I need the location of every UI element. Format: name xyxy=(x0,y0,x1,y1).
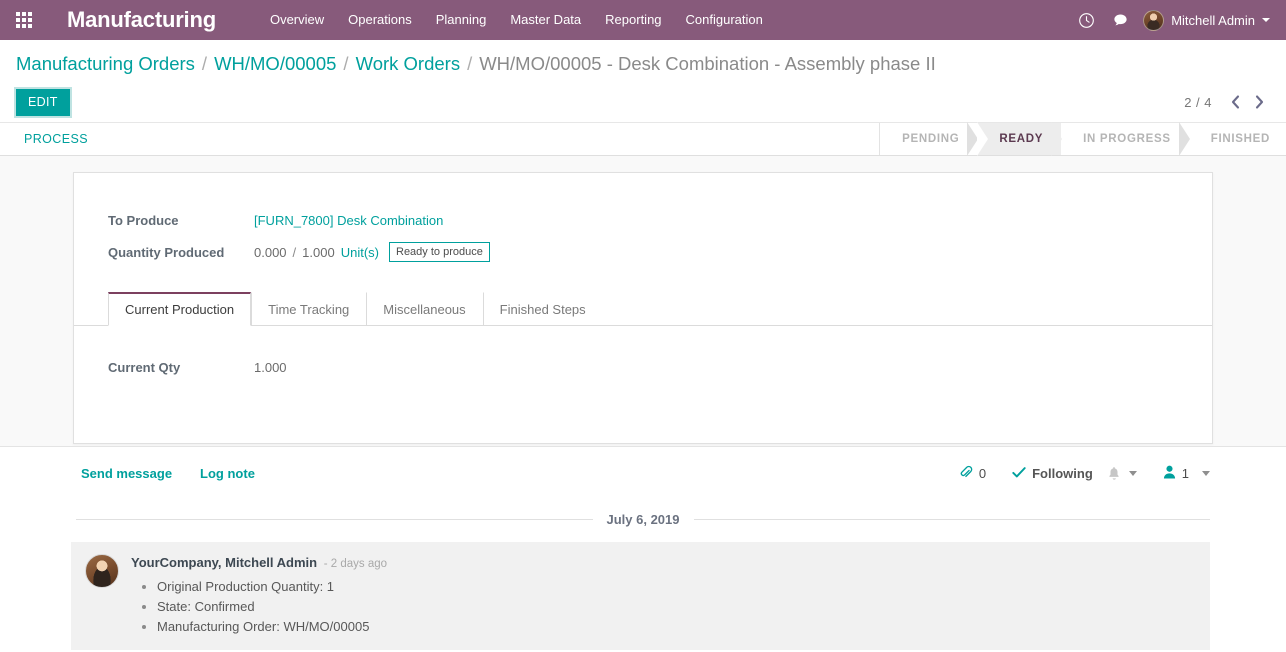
breadcrumb-separator: / xyxy=(467,53,473,74)
breadcrumb-item-work-orders[interactable]: Work Orders xyxy=(356,53,461,75)
top-navbar: Manufacturing Overview Operations Planni… xyxy=(0,0,1286,40)
menu-master-data[interactable]: Master Data xyxy=(498,0,593,40)
tab-panel-current-production: Current Qty 1.000 xyxy=(74,326,1212,430)
message-line: State: Confirmed xyxy=(157,597,1196,617)
check-icon xyxy=(1012,466,1026,482)
attachment-count-label: 0 xyxy=(978,466,987,481)
message-header: YourCompany, Mitchell Admin - 2 days ago xyxy=(131,555,1196,570)
chatter-counters: 0 Following 1 xyxy=(959,465,1210,482)
field-value-to-produce[interactable]: [FURN_7800] Desk Combination xyxy=(254,213,443,228)
control-panel: Manufacturing Orders / WH/MO/00005 / Wor… xyxy=(0,40,1286,122)
breadcrumb: Manufacturing Orders / WH/MO/00005 / Wor… xyxy=(16,53,936,75)
status-pipeline: PENDING READY IN PROGRESS FINISHED xyxy=(879,123,1286,155)
statusbar: PROCESS PENDING READY IN PROGRESS FINISH… xyxy=(0,122,1286,156)
chatter-topbar: Send message Log note 0 Following 1 xyxy=(0,447,1286,496)
pager-previous-button[interactable] xyxy=(1224,90,1246,114)
message-content-list: Original Production Quantity: 1 State: C… xyxy=(131,577,1196,636)
divider-line-left xyxy=(76,519,593,520)
pager-next-button[interactable] xyxy=(1248,90,1270,114)
message-date-label: July 6, 2019 xyxy=(606,512,680,527)
apps-grid-icon xyxy=(16,12,32,28)
menu-planning[interactable]: Planning xyxy=(424,0,499,40)
pager-counter: 2 / 4 xyxy=(1184,94,1212,110)
chevron-down-icon[interactable] xyxy=(1128,471,1137,476)
breadcrumb-item-current: WH/MO/00005 - Desk Combination - Assembl… xyxy=(479,53,936,74)
status-step-finished[interactable]: FINISHED xyxy=(1189,123,1286,155)
edit-button[interactable]: EDIT xyxy=(16,88,70,116)
send-message-button[interactable]: Send message xyxy=(81,466,172,481)
form-area: To Produce [FURN_7800] Desk Combination … xyxy=(0,156,1286,446)
message-line: Original Production Quantity: 1 xyxy=(157,577,1196,597)
field-label-current-qty: Current Qty xyxy=(108,360,181,375)
paperclip-icon xyxy=(959,465,973,482)
message-line: Manufacturing Order: WH/MO/00005 xyxy=(157,617,1196,637)
breadcrumb-item-manufacturing-orders[interactable]: Manufacturing Orders xyxy=(16,53,195,75)
messaging-chat-bubble-icon[interactable] xyxy=(1103,0,1137,40)
divider-line-right xyxy=(693,519,1210,520)
breadcrumb-item-mo-number[interactable]: WH/MO/00005 xyxy=(214,53,336,75)
menu-operations[interactable]: Operations xyxy=(336,0,424,40)
form-sheet: To Produce [FURN_7800] Desk Combination … xyxy=(73,172,1213,444)
field-label-to-produce: To Produce xyxy=(108,213,179,228)
message-author-name[interactable]: YourCompany, Mitchell Admin xyxy=(131,555,317,570)
status-step-pending[interactable]: PENDING xyxy=(880,123,977,155)
attachments-counter[interactable]: 0 xyxy=(959,465,986,482)
user-avatar-icon xyxy=(1143,9,1165,31)
chatter: Send message Log note 0 Following 1 July… xyxy=(0,446,1286,651)
message-body: YourCompany, Mitchell Admin - 2 days ago… xyxy=(131,554,1196,636)
user-icon xyxy=(1163,465,1176,482)
field-value-current-qty[interactable]: 1.000 xyxy=(254,360,287,375)
tab-finished-steps[interactable]: Finished Steps xyxy=(482,292,603,326)
status-step-ready[interactable]: READY xyxy=(977,123,1062,155)
qty-total-value: 1.000 xyxy=(302,244,335,260)
tab-current-production[interactable]: Current Production xyxy=(108,292,252,326)
field-label-quantity-produced: Quantity Produced xyxy=(108,244,225,260)
notebook-tabs: Current Production Time Tracking Miscell… xyxy=(74,292,1212,326)
chevron-down-icon xyxy=(1262,18,1270,22)
field-value-to-produce-wrapper: [FURN_7800] Desk Combination xyxy=(254,213,443,228)
app-brand-title: Manufacturing xyxy=(67,7,216,32)
apps-menu-button[interactable] xyxy=(0,0,48,40)
activity-clock-icon[interactable] xyxy=(1069,0,1103,40)
following-label: Following xyxy=(1032,466,1093,481)
qty-uom-label[interactable]: Unit(s) xyxy=(341,245,379,260)
tab-time-tracking[interactable]: Time Tracking xyxy=(251,292,366,326)
following-toggle[interactable]: Following xyxy=(1012,466,1137,482)
message-author-avatar xyxy=(85,554,119,588)
tab-miscellaneous[interactable]: Miscellaneous xyxy=(366,292,482,326)
menu-reporting[interactable]: Reporting xyxy=(593,0,673,40)
message-date-divider: July 6, 2019 xyxy=(0,496,1286,527)
main-menu-bar: Overview Operations Planning Master Data… xyxy=(258,0,775,40)
field-value-quantity-wrapper: 0.000 / 1.000 Unit(s) Ready to produce xyxy=(254,242,490,263)
qty-done-value[interactable]: 0.000 xyxy=(254,245,287,260)
action-buttons-row: EDIT 2 / 4 xyxy=(16,82,1270,122)
chevron-down-icon[interactable] xyxy=(1202,471,1210,476)
followers-counter[interactable]: 1 xyxy=(1163,465,1210,482)
notebook: Current Production Time Tracking Miscell… xyxy=(74,292,1212,430)
followers-count-label: 1 xyxy=(1181,466,1189,481)
breadcrumb-separator: / xyxy=(201,53,208,74)
record-pager: 2 / 4 xyxy=(1184,90,1270,114)
breadcrumb-row: Manufacturing Orders / WH/MO/00005 / Wor… xyxy=(16,40,1270,76)
log-note-button[interactable]: Log note xyxy=(200,466,255,481)
form-fields: To Produce [FURN_7800] Desk Combination … xyxy=(74,213,1212,264)
field-current-qty: Current Qty 1.000 xyxy=(108,360,1178,382)
status-step-in-progress[interactable]: IN PROGRESS xyxy=(1061,123,1189,155)
navbar-right-group: Mitchell Admin xyxy=(1069,0,1278,40)
message-item: YourCompany, Mitchell Admin - 2 days ago… xyxy=(71,542,1210,651)
process-button[interactable]: PROCESS xyxy=(16,132,96,146)
bell-icon[interactable] xyxy=(1107,466,1121,481)
field-to-produce: To Produce [FURN_7800] Desk Combination xyxy=(108,213,1178,235)
qty-separator: / xyxy=(292,244,297,260)
field-quantity-produced: Quantity Produced 0.000 / 1.000 Unit(s) … xyxy=(108,242,1178,264)
message-timestamp: - 2 days ago xyxy=(323,558,388,570)
breadcrumb-separator: / xyxy=(343,53,349,74)
user-name-label: Mitchell Admin xyxy=(1171,12,1255,28)
menu-configuration[interactable]: Configuration xyxy=(674,0,775,40)
ready-to-produce-button[interactable]: Ready to produce xyxy=(389,242,490,263)
statusbar-buttons: PROCESS xyxy=(16,123,96,155)
menu-overview[interactable]: Overview xyxy=(258,0,336,40)
user-menu-button[interactable]: Mitchell Admin xyxy=(1137,0,1278,40)
